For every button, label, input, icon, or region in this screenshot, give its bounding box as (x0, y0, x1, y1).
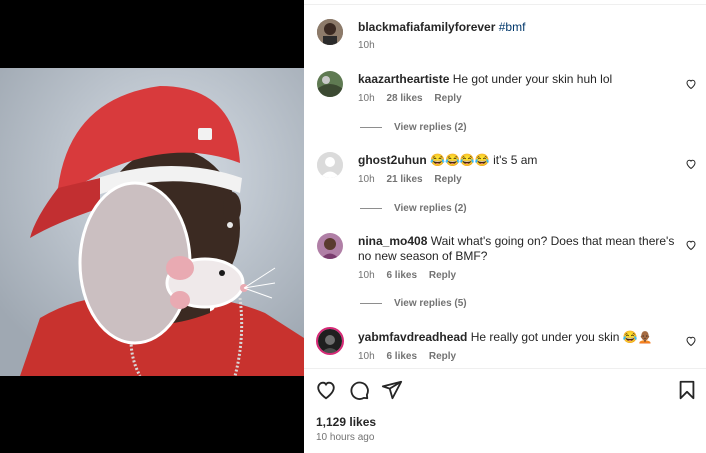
view-replies-label: View replies (2) (394, 203, 467, 214)
replies-dash (360, 126, 382, 128)
reply-button[interactable]: Reply (429, 270, 456, 281)
comment-row: ghost2uhun 😂😂😂😂 it's 5 am (358, 153, 537, 167)
default-avatar-icon (317, 152, 343, 178)
comment-username[interactable]: nina_mo408 (358, 234, 427, 248)
comment-username[interactable]: ghost2uhun (358, 153, 427, 167)
author-avatar[interactable] (317, 19, 343, 45)
comment-meta: 10h 6 likes Reply (358, 270, 465, 281)
comment-text: 😂😂😂😂 it's 5 am (430, 153, 538, 167)
comment-avatar[interactable] (317, 71, 343, 97)
comments-panel: blackmafiafamilyforever #bmf 10h kaazart… (304, 0, 706, 453)
comment-username[interactable]: yabmfavdreadhead (358, 330, 467, 344)
comment-avatar-image (317, 71, 343, 97)
heart-icon[interactable] (315, 379, 337, 401)
post-media[interactable] (0, 0, 304, 453)
author-avatar-image (317, 19, 343, 45)
comment-avatar[interactable] (317, 233, 343, 259)
comment-avatar-image (317, 233, 343, 259)
view-replies-button[interactable]: View replies (2) (360, 203, 467, 214)
comment-time: 10h (358, 270, 375, 281)
bookmark-icon[interactable] (676, 379, 698, 401)
comment-likes[interactable]: 28 likes (386, 93, 422, 104)
reply-button[interactable]: Reply (429, 351, 456, 362)
reply-button[interactable]: Reply (434, 93, 461, 104)
author-username[interactable]: blackmafiafamilyforever (358, 20, 495, 34)
comment-row: yabmfavdreadhead He really got under you… (358, 330, 653, 344)
comment-likes[interactable]: 6 likes (386, 270, 417, 281)
caption-hashtag[interactable]: #bmf (499, 20, 526, 34)
comment-text: He really got under you skin 😂🧑🏾‍🦲 (470, 330, 653, 344)
post-viewer: blackmafiafamilyforever #bmf 10h kaazart… (0, 0, 706, 453)
comment-meta: 10h 21 likes Reply (358, 174, 471, 185)
comment-text: He got under your skin huh lol (452, 72, 613, 86)
comment-avatar[interactable] (317, 152, 343, 178)
comment-row: kaazartheartiste He got under your skin … (358, 72, 612, 86)
likes-count[interactable]: 1,129 likes (316, 415, 376, 429)
comment-likes[interactable]: 6 likes (386, 351, 417, 362)
comment-time: 10h (358, 93, 375, 104)
comment-text-continued: no new season of BMF? (358, 249, 488, 263)
comment-time: 10h (358, 174, 375, 185)
top-divider (304, 4, 706, 5)
comment-time: 10h (358, 351, 375, 362)
heart-icon[interactable] (685, 335, 697, 347)
view-replies-button[interactable]: View replies (5) (360, 298, 467, 309)
reply-button[interactable]: Reply (434, 174, 461, 185)
comment-icon[interactable] (348, 379, 370, 401)
comment-row: nina_mo408 Wait what's going on? Does th… (358, 234, 674, 248)
post-image[interactable] (0, 68, 304, 376)
post-image-illustration (0, 68, 304, 376)
comment-likes[interactable]: 21 likes (386, 174, 422, 185)
comment-avatar-story-ring[interactable] (316, 327, 344, 355)
replies-dash (360, 302, 382, 304)
heart-icon[interactable] (685, 158, 697, 170)
comment-text: Wait what's going on? Does that mean the… (430, 234, 675, 248)
heart-icon[interactable] (685, 78, 697, 90)
view-replies-button[interactable]: View replies (2) (360, 122, 467, 133)
comment-meta: 10h 6 likes Reply (358, 351, 465, 362)
comment-username[interactable]: kaazartheartiste (358, 72, 449, 86)
heart-icon[interactable] (685, 239, 697, 251)
comment-meta: 10h 28 likes Reply (358, 93, 471, 104)
share-icon[interactable] (381, 379, 403, 401)
comment-avatar-image (318, 329, 342, 353)
caption-time: 10h (358, 40, 375, 51)
post-timestamp: 10 hours ago (316, 432, 375, 443)
replies-dash (360, 207, 382, 209)
caption-line: blackmafiafamilyforever #bmf (358, 20, 525, 34)
actions-divider (304, 368, 706, 369)
view-replies-label: View replies (2) (394, 122, 467, 133)
view-replies-label: View replies (5) (394, 298, 467, 309)
